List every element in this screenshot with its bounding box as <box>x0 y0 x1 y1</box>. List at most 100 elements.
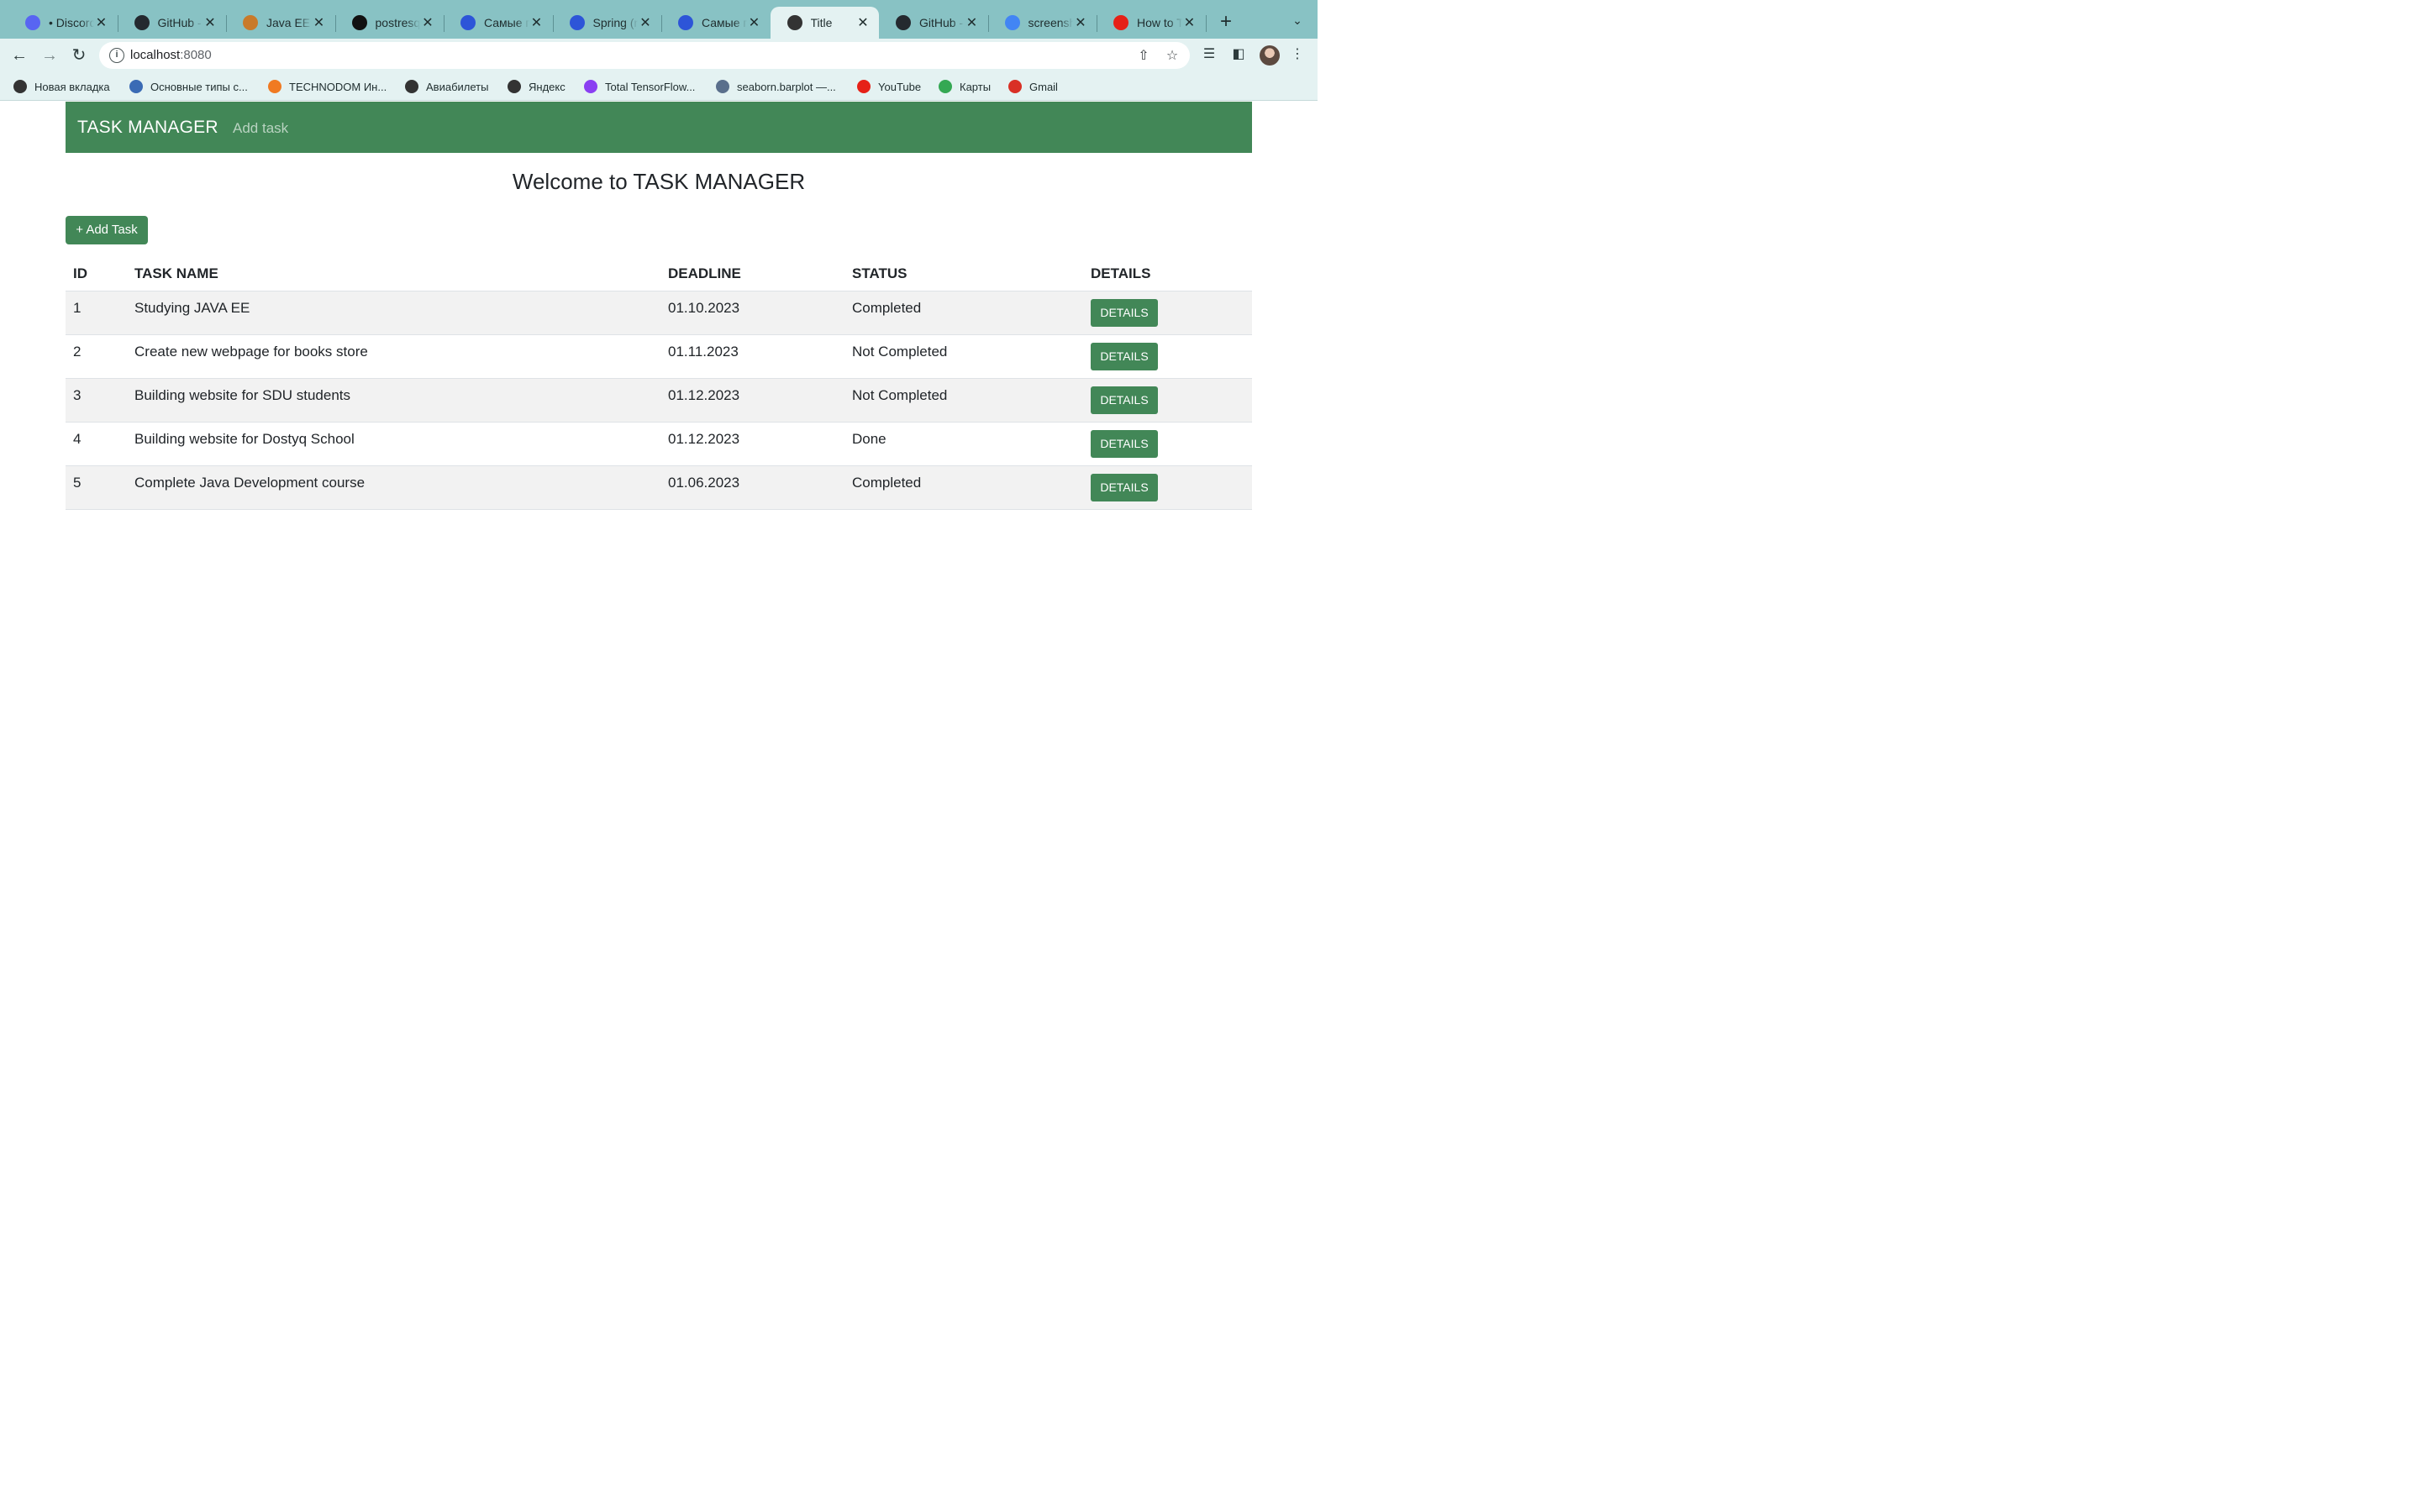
browser-tab[interactable]: postresql ✕ <box>335 7 445 39</box>
browser-tab[interactable]: Самые по✕ <box>661 7 771 39</box>
discord-icon <box>25 15 40 30</box>
close-tab-icon[interactable]: ✕ <box>747 14 762 31</box>
close-tab-icon[interactable]: ✕ <box>638 14 653 31</box>
tab-title: postresql <box>375 16 421 29</box>
back-icon[interactable]: ← <box>8 45 30 66</box>
details-button[interactable]: DETAILS <box>1091 298 1158 327</box>
tab-separator <box>552 15 554 32</box>
bookmark-item[interactable]: Яндекс <box>508 79 566 94</box>
close-tab-icon[interactable]: ✕ <box>1073 14 1088 31</box>
browser-menu-icon[interactable]: ⋮ <box>1287 45 1307 66</box>
share-icon[interactable]: ⇧ <box>1134 47 1153 66</box>
bookmark-label: Основные типы с... <box>150 80 248 93</box>
details-button[interactable]: DETAILS <box>1091 386 1158 414</box>
details-button[interactable]: DETAILS <box>1091 474 1158 502</box>
browser-tab[interactable]: • Discord ✕ <box>8 7 118 39</box>
gmail-icon <box>1008 80 1022 93</box>
url-port: :8080 <box>180 48 212 62</box>
close-tab-icon[interactable]: ✕ <box>1182 14 1197 31</box>
close-tab-icon[interactable]: ✕ <box>94 14 109 31</box>
c-icon <box>678 15 693 30</box>
navbar-brand[interactable]: TASK MANAGER <box>77 118 218 138</box>
github-icon <box>896 15 911 30</box>
bookmark-label: Total TensorFlow... <box>605 80 696 93</box>
close-tab-icon[interactable]: ✕ <box>420 14 435 31</box>
tab-title: • Discord <box>49 16 94 29</box>
table-row: 3 Building website for SDU students 01.12.… <box>66 378 1252 423</box>
bookmark-item[interactable]: Gmail <box>1008 79 1058 94</box>
browser-tab[interactable]: screensh ✕ <box>988 7 1097 39</box>
cell-status: Completed <box>844 291 1083 335</box>
bookmark-item[interactable]: Карты <box>939 79 991 94</box>
bookmark-label: YouTube <box>878 80 922 93</box>
media-controls-icon[interactable]: ☰ <box>1199 45 1219 66</box>
seaborn-icon <box>716 80 729 93</box>
address-bar[interactable]: i localhost:8080 ⇧ ☆ <box>99 42 1190 69</box>
bookmark-item[interactable]: seaborn.barplot —... <box>716 79 836 94</box>
bookmark-star-icon[interactable]: ☆ <box>1163 47 1181 66</box>
details-button[interactable]: DETAILS <box>1091 342 1158 370</box>
bookmark-item[interactable]: TECHNODOM Ин... <box>268 79 387 94</box>
bookmark-item[interactable]: Основные типы с... <box>129 79 248 94</box>
tab-title: Самые по <box>484 16 529 29</box>
task-table: ID TASK NAME DEADLINE STATUS DETAILS 1 St… <box>66 258 1252 511</box>
url-text[interactable]: localhost:8080 <box>130 48 212 62</box>
table-row: 2 Create new webpage for books store 01.11… <box>66 334 1252 379</box>
site-info-icon[interactable]: i <box>109 48 124 63</box>
profile-avatar[interactable] <box>1260 45 1280 66</box>
chatgpt-icon <box>351 15 367 30</box>
globe-icon <box>13 80 27 93</box>
bookmark-label: Gmail <box>1029 80 1058 93</box>
cell-deadline: 01.12.2023 <box>660 422 844 467</box>
browser-tab[interactable]: How to Ta✕ <box>1097 7 1206 39</box>
close-tab-icon[interactable]: ✕ <box>203 14 218 31</box>
cell-id: 1 <box>66 291 127 335</box>
globe-icon <box>786 15 802 30</box>
page-content: TASK MANAGER Add task Welcome to TASK MA… <box>0 102 1318 823</box>
cell-details: DETAILS <box>1083 422 1252 467</box>
browser-tab[interactable]: GitHub - ✕ <box>118 7 227 39</box>
close-tab-icon[interactable]: ✕ <box>965 14 980 31</box>
forward-icon[interactable]: → <box>39 45 60 66</box>
google-icon <box>1004 15 1020 30</box>
cell-status: Completed <box>844 465 1083 511</box>
add-task-button[interactable]: + Add Task <box>66 216 148 244</box>
c-icon <box>460 15 476 30</box>
bookmarks-bar: Новая вкладка Основные типы с... TECHNODOM… <box>0 72 1318 101</box>
close-tab-icon[interactable]: ✕ <box>855 14 871 31</box>
cell-task-name: Building website for SDU students <box>127 378 660 423</box>
cell-status: Not Completed <box>844 378 1083 423</box>
new-tab-button[interactable]: + <box>1215 10 1237 35</box>
cell-details: DETAILS <box>1083 465 1252 511</box>
cell-task-name: Create new webpage for books store <box>127 334 660 379</box>
reload-icon[interactable]: ↻ <box>68 45 90 66</box>
youtube-icon <box>1113 15 1128 30</box>
header-task-name: TASK NAME <box>127 258 660 291</box>
bookmark-label: Карты <box>960 80 992 93</box>
bookmark-item[interactable]: Новая вкладка <box>13 79 110 94</box>
tensorflow-icon <box>584 80 597 93</box>
table-row: 1 Studying JAVA EE 01.10.2023 Completed DETA… <box>66 291 1252 335</box>
browser-tab[interactable]: GitHub - ✕ <box>879 7 988 39</box>
browser-tab[interactable]: Самые по✕ <box>444 7 553 39</box>
bookmark-item[interactable]: Total TensorFlow... <box>584 79 695 94</box>
bookmark-label: Новая вкладка <box>34 80 110 93</box>
side-panel-icon[interactable]: ◧ <box>1228 45 1249 66</box>
close-tab-icon[interactable]: ✕ <box>529 14 544 31</box>
java-icon <box>243 15 258 30</box>
details-button[interactable]: DETAILS <box>1091 430 1158 459</box>
tab-search-icon[interactable]: ⌄ <box>1287 13 1307 34</box>
bookmark-item[interactable]: Авиабилеты <box>405 79 488 94</box>
browser-tab[interactable]: Title ✕ <box>770 7 879 39</box>
table-row: 4 Building website for Dostyq School 01.12… <box>66 422 1252 467</box>
cell-details: DETAILS <box>1083 291 1252 335</box>
page-title: Welcome to TASK MANAGER <box>512 169 806 194</box>
header-details: DETAILS <box>1083 258 1252 291</box>
url-host: localhost <box>130 48 181 62</box>
browser-tab[interactable]: Spring (n ✕ <box>553 7 662 39</box>
browser-tab[interactable]: Java EE [✕ <box>226 7 335 39</box>
close-tab-icon[interactable]: ✕ <box>312 14 327 31</box>
bookmark-item[interactable]: YouTube <box>857 79 921 94</box>
youtube-icon <box>857 80 871 93</box>
navbar-add-task-link[interactable]: Add task <box>233 120 288 137</box>
